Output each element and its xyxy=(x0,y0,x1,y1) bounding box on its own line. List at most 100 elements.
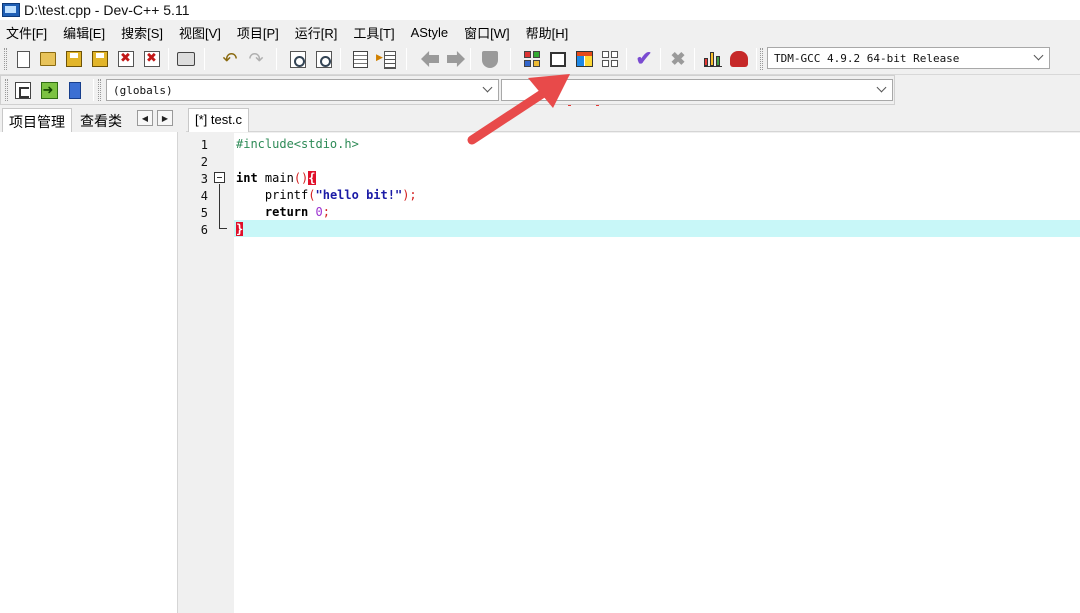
menu-astyle[interactable]: AStyle xyxy=(411,25,449,40)
menu-edit[interactable]: 编辑[E] xyxy=(63,23,105,42)
forward-button[interactable] xyxy=(446,49,466,69)
current-line-highlight xyxy=(234,220,1080,237)
chevron-down-icon xyxy=(1034,51,1044,61)
tab-project-manager[interactable]: 项目管理 xyxy=(2,108,72,132)
toolbar-separator xyxy=(340,48,341,70)
menu-tools[interactable]: 工具[T] xyxy=(353,23,394,42)
goto-icon xyxy=(15,81,31,99)
scope-select[interactable]: (globals) xyxy=(106,79,499,101)
fold-collapse-icon[interactable] xyxy=(214,172,225,183)
debug-button[interactable] xyxy=(729,49,749,69)
toolbar-grip[interactable] xyxy=(760,48,763,70)
scroll-left-icon: ◀ xyxy=(141,113,149,123)
tab-class-browser[interactable]: 查看类 xyxy=(74,108,128,132)
printer-icon xyxy=(177,52,195,66)
chevron-down-icon xyxy=(877,83,887,93)
redo-button[interactable]: ↷ xyxy=(246,49,266,69)
check-icon: ✔ xyxy=(635,48,653,70)
indent-button[interactable] xyxy=(375,49,396,69)
panel-splitter[interactable] xyxy=(178,106,186,613)
compile-run-icon xyxy=(575,51,593,67)
line-number: 4 xyxy=(200,189,208,203)
undo-icon: ↶ xyxy=(222,49,238,69)
open-paren: ( xyxy=(308,188,316,202)
close-paren: ); xyxy=(402,188,417,202)
tab-scroll-left-button[interactable]: ◀ xyxy=(137,110,153,126)
toolbar-separator xyxy=(756,48,757,70)
title-bar: D:\test.cpp - Dev-C++ 5.11 xyxy=(0,0,1080,20)
scope-select-value: (globals) xyxy=(113,83,173,97)
find-button[interactable] xyxy=(288,49,308,69)
profile-button[interactable] xyxy=(703,49,723,69)
toolbar-separator xyxy=(406,48,407,70)
goto-line-button[interactable] xyxy=(350,49,370,69)
close-all-icon xyxy=(144,50,160,67)
project-tree-panel[interactable] xyxy=(0,132,178,613)
new-file-button[interactable] xyxy=(13,49,33,69)
window-icon xyxy=(550,51,566,67)
editor-gutter xyxy=(186,133,234,613)
menu-window[interactable]: 窗口[W] xyxy=(464,23,510,42)
code-editor[interactable] xyxy=(234,133,1080,613)
menu-run[interactable]: 运行[R] xyxy=(295,23,338,42)
back-arrow-icon xyxy=(421,51,439,67)
toolbar-separator xyxy=(204,48,205,70)
close-doc-icon xyxy=(118,50,134,67)
compile-button[interactable] xyxy=(522,49,542,69)
close-all-button[interactable] xyxy=(142,49,162,69)
tab-test-c[interactable]: [*] test.c xyxy=(188,108,249,132)
line-number: 5 xyxy=(200,206,208,220)
back-button[interactable] xyxy=(420,49,440,69)
menu-search[interactable]: 搜索[S] xyxy=(121,23,163,42)
menu-bar: 文件[F] 编辑[E] 搜索[S] 视图[V] 项目[P] 运行[R] 工具[T… xyxy=(0,21,1080,43)
left-panel-tabs: 项目管理 查看类 ◀ ▶ xyxy=(0,106,183,132)
editor-tab-bar: [*] test.c xyxy=(186,106,1080,132)
code-line-5: return 0; xyxy=(236,204,330,221)
redo-icon: ↷ xyxy=(248,49,264,69)
print-button[interactable] xyxy=(176,49,196,69)
bookmark-button[interactable] xyxy=(65,80,85,100)
replace-button[interactable] xyxy=(314,49,334,69)
close-file-button[interactable] xyxy=(116,49,136,69)
compile-run-button[interactable] xyxy=(574,49,594,69)
keyword-int: int xyxy=(236,171,258,185)
rebuild-all-button[interactable] xyxy=(600,49,620,69)
toolbar-grip[interactable] xyxy=(98,79,101,101)
run-button[interactable] xyxy=(548,49,568,69)
menu-file[interactable]: 文件[F] xyxy=(6,23,47,42)
compiler-select[interactable]: TDM-GCC 4.9.2 64-bit Release xyxy=(767,47,1050,69)
goto-declaration-button[interactable] xyxy=(13,80,33,100)
rebuild-grid-icon xyxy=(602,51,618,67)
toolbar-grip[interactable] xyxy=(4,48,7,70)
stop-button[interactable]: ✖ xyxy=(668,49,688,69)
undo-button[interactable]: ↶ xyxy=(220,49,240,69)
secondary-toolbar: (globals) xyxy=(0,75,895,105)
toolbar-grip[interactable] xyxy=(5,79,8,101)
find-icon xyxy=(290,50,306,68)
preprocessor-directive: #include<stdio.h> xyxy=(236,137,359,151)
function-call: printf xyxy=(264,188,309,202)
string-literal: "hello bit!" xyxy=(315,188,403,202)
open-button[interactable] xyxy=(38,49,58,69)
open-folder-icon xyxy=(40,52,56,66)
save-all-button[interactable] xyxy=(90,49,110,69)
save-button[interactable] xyxy=(64,49,84,69)
toolbar-separator xyxy=(660,48,661,70)
toolbar-separator xyxy=(510,48,511,70)
syntax-check-button[interactable]: ✔ xyxy=(634,49,654,69)
function-select[interactable] xyxy=(501,79,893,101)
menu-view[interactable]: 视图[V] xyxy=(179,23,221,42)
shield-icon xyxy=(482,50,498,68)
toggle-comment-button[interactable] xyxy=(480,49,500,69)
main-toolbar: ↶ ↷ ✔ ✖ TDM-GCC 4.9.2 64-bit Release xyxy=(0,43,1080,116)
tab-scroll-right-button[interactable]: ▶ xyxy=(157,110,173,126)
function-name: main xyxy=(257,171,294,185)
insert-button[interactable] xyxy=(39,80,59,100)
line-number: 6 xyxy=(200,223,208,237)
menu-project[interactable]: 项目[P] xyxy=(237,23,279,42)
toolbar-separator xyxy=(626,48,627,70)
devcpp-app-icon xyxy=(2,2,20,18)
menu-help[interactable]: 帮助[H] xyxy=(526,23,569,42)
chevron-down-icon xyxy=(483,83,493,93)
